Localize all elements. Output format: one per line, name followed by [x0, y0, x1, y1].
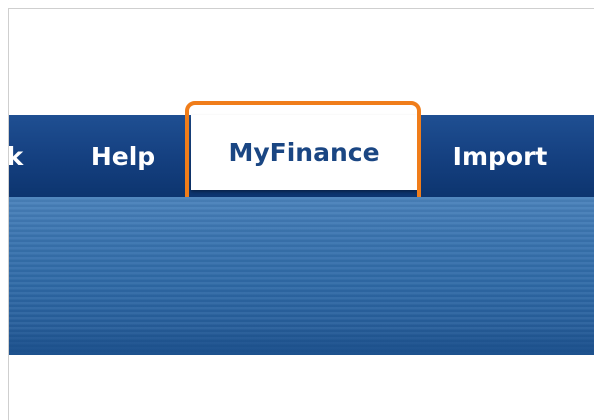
nav-item-myfinance[interactable]: MyFinance — [191, 115, 417, 190]
header-banner-image — [9, 197, 594, 355]
screenshot-frame: k Help MyFinance Import — [8, 8, 594, 420]
nav-item-partial[interactable]: k — [9, 115, 35, 197]
main-nav-bar: k Help MyFinance Import — [9, 115, 594, 197]
nav-item-import[interactable]: Import — [435, 115, 565, 197]
nav-item-help[interactable]: Help — [81, 115, 165, 197]
